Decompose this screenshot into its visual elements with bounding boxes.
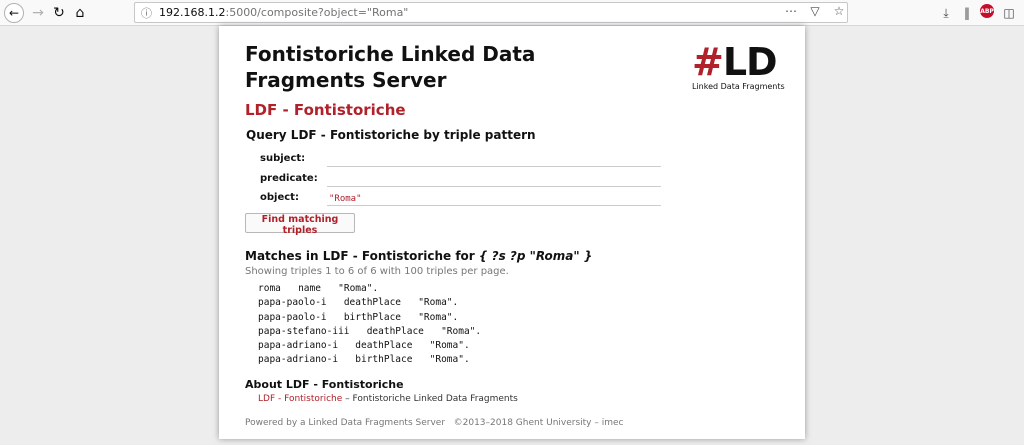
about-description: – Fontistoriche Linked Data Fragments xyxy=(342,394,518,404)
triple-subject[interactable]: papa-paolo-i xyxy=(258,312,327,323)
triple-subject[interactable]: papa-adriano-i xyxy=(258,340,338,351)
adblock-icon[interactable]: ABP xyxy=(980,4,994,18)
list-item: papa-adriano-i deathPlace "Roma". xyxy=(258,339,481,353)
triples-list: roma name "Roma". papa-paolo-i deathPlac… xyxy=(258,282,481,368)
subject-label: subject: xyxy=(260,153,306,164)
list-item: papa-paolo-i birthPlace "Roma". xyxy=(258,311,481,325)
subject-input[interactable] xyxy=(327,151,661,167)
predicate-row: predicate: xyxy=(260,171,680,189)
list-item: roma name "Roma". xyxy=(258,282,481,296)
list-item: papa-adriano-i birthPlace "Roma". xyxy=(258,353,481,367)
predicate-label: predicate: xyxy=(260,173,318,184)
triple-subject[interactable]: papa-paolo-i xyxy=(258,297,327,308)
sidebar-icon[interactable]: ◫ xyxy=(1000,4,1018,22)
object-label: object: xyxy=(260,192,299,203)
browser-toolbar: ← → ↻ ⌂ ⓘ 192.168.1.2:5000/composite?obj… xyxy=(0,0,1024,26)
about-dataset-link[interactable]: LDF - Fontistoriche xyxy=(258,394,342,404)
url-bar[interactable]: ⓘ 192.168.1.2:5000/composite?object="Rom… xyxy=(134,2,848,23)
object-input[interactable] xyxy=(327,190,661,206)
object-row: object: xyxy=(260,190,680,208)
matches-title: Matches in LDF - Fontistoriche for { ?s … xyxy=(245,249,592,263)
logo-subtitle: Linked Data Fragments xyxy=(692,82,785,91)
page-container: Fontistoriche Linked Data Fragments Serv… xyxy=(219,26,805,439)
query-title: Query LDF - Fontistoriche by triple patt… xyxy=(246,128,536,142)
triple-object[interactable]: "Roma". xyxy=(441,326,481,337)
footer-copyright: ©2013–2018 Ghent University – imec xyxy=(453,418,624,428)
triple-predicate[interactable]: deathPlace xyxy=(367,326,424,337)
about-title: About LDF - Fontistoriche xyxy=(245,378,404,391)
triple-predicate[interactable]: birthPlace xyxy=(344,312,401,323)
footer: Powered by a Linked Data Fragments Serve… xyxy=(245,418,623,428)
home-icon[interactable]: ⌂ xyxy=(70,3,90,23)
bookmark-star-icon[interactable]: ☆ xyxy=(831,4,847,18)
triple-object[interactable]: "Roma". xyxy=(430,354,470,365)
url-host: 192.168.1.2 xyxy=(159,6,226,19)
logo-hash: # xyxy=(692,40,724,84)
showing-count: Showing triples 1 to 6 of 6 with 100 tri… xyxy=(245,266,509,277)
triple-object[interactable]: "Roma". xyxy=(418,297,458,308)
triple-object[interactable]: "Roma". xyxy=(338,283,378,294)
download-icon[interactable]: ⤓ xyxy=(937,4,955,22)
ld-logo[interactable]: #LD Linked Data Fragments xyxy=(692,43,787,91)
matches-pattern: { ?s ?p "Roma" } xyxy=(478,249,593,263)
forward-icon[interactable]: → xyxy=(28,3,48,23)
info-icon[interactable]: ⓘ xyxy=(141,5,152,21)
triple-subject[interactable]: roma xyxy=(258,283,281,294)
url-path: :5000/composite?object="Roma" xyxy=(225,6,409,19)
triple-predicate[interactable]: deathPlace xyxy=(355,340,412,351)
reload-icon[interactable]: ↻ xyxy=(49,3,69,23)
more-icon[interactable]: ⋯ xyxy=(783,4,799,18)
subject-row: subject: xyxy=(260,151,680,169)
find-matching-triples-button[interactable]: Find matching triples xyxy=(245,213,355,236)
triple-object[interactable]: "Roma". xyxy=(430,340,470,351)
matches-title-prefix: Matches in LDF - Fontistoriche for xyxy=(245,249,479,263)
triple-predicate[interactable]: name xyxy=(298,283,321,294)
triple-object[interactable]: "Roma". xyxy=(418,312,458,323)
library-icon[interactable]: ‖ xyxy=(958,4,976,22)
back-icon[interactable]: ← xyxy=(4,3,24,23)
about-line: LDF - Fontistoriche – Fontistoriche Link… xyxy=(258,394,518,404)
page-title: Fontistoriche Linked Data Fragments Serv… xyxy=(245,42,536,92)
triple-predicate[interactable]: deathPlace xyxy=(344,297,401,308)
dataset-title[interactable]: LDF - Fontistoriche xyxy=(245,101,406,119)
footer-powered-link[interactable]: Powered by a Linked Data Fragments Serve… xyxy=(245,418,445,428)
triple-subject[interactable]: papa-stefano-iii xyxy=(258,326,350,337)
pocket-icon[interactable]: ▽ xyxy=(807,4,823,18)
list-item: papa-paolo-i deathPlace "Roma". xyxy=(258,296,481,310)
list-item: papa-stefano-iii deathPlace "Roma". xyxy=(258,325,481,339)
triple-predicate[interactable]: birthPlace xyxy=(355,354,412,365)
url-text[interactable]: 192.168.1.2:5000/composite?object="Roma" xyxy=(159,6,408,19)
predicate-input[interactable] xyxy=(327,171,661,187)
logo-ld: LD xyxy=(722,40,778,84)
triple-subject[interactable]: papa-adriano-i xyxy=(258,354,338,365)
